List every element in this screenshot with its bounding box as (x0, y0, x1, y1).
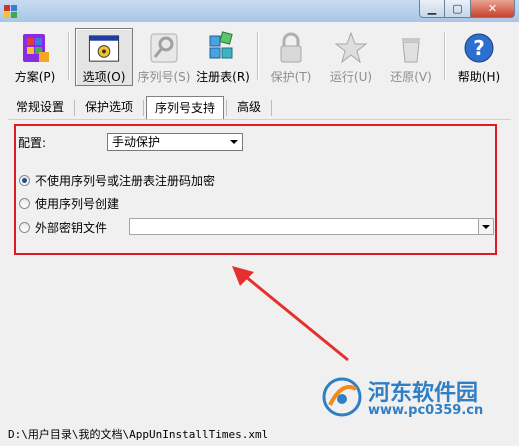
status-path: D:\用户目录\我的文档\AppUnInstallTimes.xml (8, 428, 269, 441)
tab-serial-support[interactable]: 序列号支持 (146, 96, 225, 120)
radio-external-key[interactable] (19, 221, 30, 233)
serial-label: 序列号(S) (137, 70, 191, 84)
annotation-arrow-icon (232, 266, 349, 362)
maximize-button[interactable]: ▢ (445, 0, 471, 18)
protect-button[interactable]: 保护(T) (262, 28, 320, 86)
recycle-bin-icon (402, 38, 420, 63)
config-label: 配置: (18, 136, 47, 150)
registry-label: 注册表(R) (196, 70, 250, 84)
radio-use-serial-row[interactable]: 使用序列号创建 (19, 195, 119, 211)
chevron-down-icon (230, 140, 238, 144)
radio-use-serial[interactable] (19, 197, 30, 209)
external-key-file-input[interactable] (129, 218, 494, 235)
radio-external-key-label: 外部密钥文件 (35, 220, 108, 235)
protect-label: 保护(T) (270, 70, 312, 84)
options-label: 选项(O) (82, 70, 126, 84)
toolbar: 方案(P) 选项(O) 序列号(S) 注册表(R) 保护(T) 运行(U) 还原… (0, 22, 519, 88)
close-button[interactable]: ✕ (471, 0, 515, 18)
watermark-url: www.pc0359.cn (368, 403, 484, 418)
radio-no-serial[interactable] (19, 174, 30, 186)
plan-icon (23, 34, 49, 62)
help-button[interactable]: ? 帮助(H) (450, 28, 508, 86)
plan-label: 方案(P) (14, 70, 56, 84)
watermark-logo-icon (322, 377, 362, 417)
radio-no-serial-label: 不使用序列号或注册表注册码加密 (35, 173, 216, 188)
radio-no-serial-row[interactable]: 不使用序列号或注册表注册码加密 (19, 172, 215, 188)
restore-button[interactable]: 还原(V) (382, 28, 440, 86)
plan-button[interactable]: 方案(P) (6, 28, 64, 86)
help-label: 帮助(H) (457, 70, 501, 84)
restore-label: 还原(V) (390, 70, 432, 84)
config-select[interactable]: 手动保护 (107, 133, 243, 151)
svg-text:?: ? (473, 36, 485, 60)
options-button[interactable]: 选项(O) (75, 28, 133, 86)
tab-bar: 常规设置 保护选项 序列号支持 高级 (8, 96, 274, 120)
star-icon (334, 31, 368, 64)
title-bar: ▁ ▢ ✕ (0, 0, 519, 23)
run-button[interactable]: 运行(U) (322, 28, 380, 86)
help-icon: ? (464, 33, 494, 63)
minimize-button[interactable]: ▁ (419, 0, 445, 18)
serial-button[interactable]: 序列号(S) (135, 28, 193, 86)
run-label: 运行(U) (329, 70, 373, 84)
radio-use-serial-label: 使用序列号创建 (35, 196, 120, 211)
registry-button[interactable]: 注册表(R) (194, 28, 252, 86)
options-window-icon (88, 35, 120, 62)
tab-protection-options[interactable]: 保护选项 (77, 96, 141, 118)
config-select-value: 手动保护 (112, 135, 161, 149)
tab-advanced[interactable]: 高级 (229, 96, 269, 118)
key-icon (150, 33, 178, 63)
registry-icon (209, 31, 233, 59)
watermark: 河东软件园 www.pc0359.cn (320, 373, 516, 421)
radio-external-key-row[interactable]: 外部密钥文件 (19, 219, 107, 235)
lock-icon (280, 32, 302, 63)
dropdown-arrow-icon[interactable] (478, 219, 493, 234)
app-icon (4, 5, 17, 18)
tab-general[interactable]: 常规设置 (8, 96, 72, 118)
